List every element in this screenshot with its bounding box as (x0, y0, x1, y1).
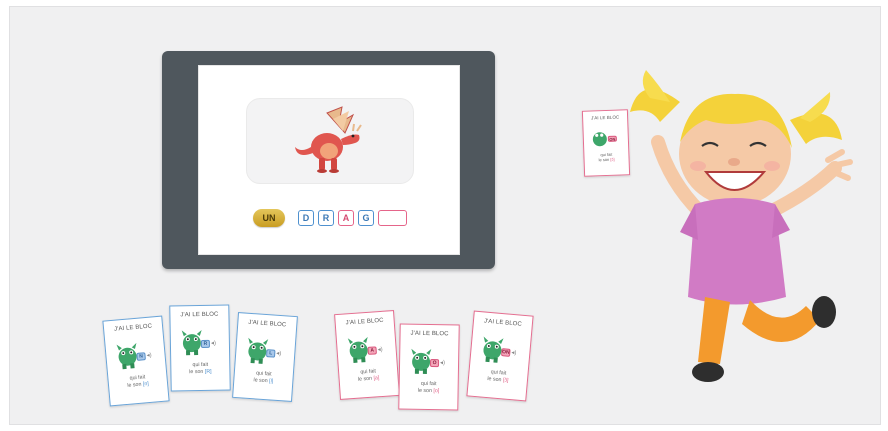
card-text: qui fait (420, 380, 437, 388)
monster-icon (592, 132, 607, 147)
card-sound: [a] (373, 374, 380, 382)
speaker-icon: ◂) (511, 349, 517, 357)
card-sound: [o] (433, 387, 440, 394)
speaker-icon: ◂) (377, 346, 383, 354)
speaker-icon: ◂) (440, 360, 446, 367)
letter-tile[interactable]: A (338, 210, 354, 226)
article-pill[interactable]: UN (253, 209, 285, 227)
word-row: UN D R A G (253, 208, 407, 228)
speaker-icon: ◂) (210, 340, 216, 347)
speaker-icon: ◂) (146, 352, 152, 360)
card-heading: J'AI LE BLOC (248, 319, 287, 329)
card-heading: J'AI LE BLOC (345, 317, 384, 327)
card-heading: J'AI LE BLOC (483, 318, 523, 328)
letter-tile[interactable]: R (318, 210, 334, 226)
tablet-screen: UN D R A G (198, 65, 460, 255)
card-text: le son (357, 375, 373, 383)
held-card[interactable]: J'AI LE BLOC ON qui fait le son [ɔ̃] (581, 109, 631, 177)
card-text: le son (189, 368, 204, 375)
letter-badge: O (429, 359, 440, 368)
sound-card[interactable]: J'AI LE BLOC O ◂) qui fait le son [o] (398, 323, 460, 411)
sound-card[interactable]: J'AI LE BLOC N ◂) qui fait le son [n] (102, 315, 170, 407)
card-sound: [l] (268, 377, 274, 385)
sound-card[interactable]: J'AI LE BLOC ON ◂) qui fait le son [ɔ̃] (466, 310, 534, 402)
card-text: le son (417, 387, 433, 394)
letter-badge: L (265, 349, 276, 358)
letter-badge: ON (607, 135, 617, 142)
card-heading: J'AI LE BLOC (590, 114, 620, 121)
sound-card[interactable]: J'AI LE BLOC L ◂) qui fait le son [l] (232, 312, 298, 402)
card-sound: [R] (204, 368, 212, 375)
sound-card[interactable]: J'AI LE BLOC A ◂) qui fait le son [a] (334, 310, 400, 400)
card-sound: [n] (142, 380, 150, 388)
illustration-frame: UN D R A G J'AI LE BLOC N ◂) qui fait le son… (9, 6, 881, 425)
dragon-icon (295, 106, 362, 173)
sound-card[interactable]: J'AI LE BLOC R ◂) qui fait le son [R] (169, 304, 231, 392)
letter-badge: N (136, 352, 146, 361)
card-heading: J'AI LE BLOC (113, 323, 153, 333)
tablet-device: UN D R A G (162, 51, 495, 269)
letter-tile[interactable]: D (298, 210, 314, 226)
card-text: qui fait (192, 361, 209, 369)
letter-tile[interactable]: G (358, 210, 374, 226)
card-text: le son (598, 156, 610, 163)
girl-illustration (630, 70, 853, 382)
card-text: le son (487, 375, 502, 383)
letter-badge: R (200, 339, 210, 348)
picture-box (246, 98, 414, 184)
speaker-icon: ◂) (276, 350, 282, 358)
letter-badge: A (367, 346, 377, 355)
empty-letter-slot[interactable] (378, 210, 407, 226)
card-text: le son (253, 376, 268, 384)
card-heading: J'AI LE BLOC (410, 330, 449, 338)
card-sound: [ɔ̃] (502, 376, 509, 384)
card-sound: [ɔ̃] (610, 156, 615, 162)
card-text: le son (127, 381, 142, 389)
card-heading: J'AI LE BLOC (180, 311, 219, 319)
letter-badge: ON (500, 348, 511, 357)
